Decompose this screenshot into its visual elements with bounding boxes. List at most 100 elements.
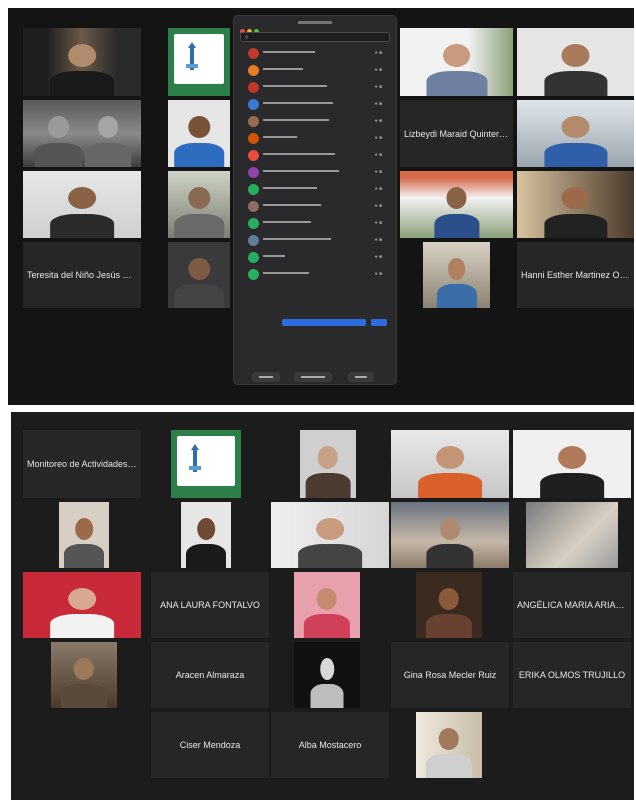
- mic-video-icons[interactable]: ● ■: [375, 67, 382, 73]
- participant-row-name: [263, 67, 343, 72]
- highlighted-action-bar[interactable]: [282, 319, 366, 326]
- video-tile[interactable]: [59, 502, 109, 568]
- participant-search-input[interactable]: ⚲: [240, 32, 390, 42]
- mic-video-icons[interactable]: ● ■: [375, 203, 382, 209]
- logo-tile[interactable]: [171, 430, 241, 498]
- mic-video-icons[interactable]: ● ■: [375, 220, 382, 226]
- mic-video-icons[interactable]: ● ■: [375, 118, 382, 124]
- avatar: [248, 167, 259, 178]
- participant-row[interactable]: ● ■: [240, 63, 390, 78]
- participant-row[interactable]: ● ■: [240, 148, 390, 163]
- video-tile[interactable]: [181, 502, 231, 568]
- video-tile[interactable]: [517, 171, 634, 238]
- logo-tile[interactable]: [168, 28, 230, 96]
- name-only-tile[interactable]: ERIKA OLMOS TRUJILLO: [513, 642, 631, 708]
- video-tile[interactable]: [271, 502, 389, 568]
- video-tile[interactable]: [526, 502, 618, 568]
- name-only-tile[interactable]: Gina Rosa Mecler Ruiz: [391, 642, 509, 708]
- participant-row-name: [263, 220, 343, 225]
- highlighted-action-button[interactable]: [371, 319, 387, 326]
- video-tile[interactable]: [513, 430, 631, 498]
- participant-silhouette: [543, 44, 608, 96]
- participant-row[interactable]: ● ■: [240, 165, 390, 180]
- avatar: [248, 269, 259, 280]
- mute-all-button[interactable]: [294, 372, 332, 382]
- video-tile[interactable]: [168, 100, 230, 167]
- name-only-tile[interactable]: Aracen Almaraza: [151, 642, 269, 708]
- participant-name: Alba Mostacero: [298, 740, 362, 750]
- participant-name: Monitoreo de Actividades T...: [27, 459, 141, 469]
- avatar: [248, 252, 259, 263]
- participant-row[interactable]: ● ■: [240, 46, 390, 61]
- participant-name: Gina Rosa Mecler Ruiz: [403, 670, 497, 680]
- mic-video-icons[interactable]: ● ■: [375, 84, 382, 90]
- name-only-tile[interactable]: Lizbeydi Maraid Quintero C...: [400, 100, 513, 167]
- participant-row[interactable]: ● ■: [240, 114, 390, 129]
- video-tile[interactable]: [168, 242, 230, 308]
- mic-video-icons[interactable]: ● ■: [375, 186, 382, 192]
- participant-silhouette: [303, 587, 351, 638]
- participant-row-name: [263, 271, 343, 276]
- video-tile[interactable]: [23, 572, 141, 638]
- mic-video-icons[interactable]: ● ■: [375, 254, 382, 260]
- participant-row[interactable]: ● ■: [240, 250, 390, 265]
- participant-row[interactable]: ● ■: [240, 97, 390, 112]
- mic-video-icons[interactable]: ● ■: [375, 169, 382, 175]
- participant-silhouette: [540, 446, 604, 498]
- avatar: [248, 218, 259, 229]
- video-tile[interactable]: [51, 642, 117, 708]
- video-tile[interactable]: [294, 642, 360, 708]
- video-tile[interactable]: [300, 430, 356, 498]
- building-icon: [186, 42, 198, 70]
- participant-silhouette: [84, 116, 132, 167]
- name-only-tile[interactable]: Ciser Mendoza: [151, 712, 269, 778]
- name-only-tile[interactable]: ANA LAURA FONTALVO: [151, 572, 269, 638]
- mic-video-icons[interactable]: ● ■: [375, 271, 382, 277]
- participant-name: ANGÉLICA MARIA ARIAS LOZANO: [517, 600, 631, 610]
- video-tile[interactable]: [416, 572, 482, 638]
- video-tile[interactable]: [23, 28, 141, 96]
- name-only-tile[interactable]: Alba Mostacero: [271, 712, 389, 778]
- participant-row[interactable]: ● ■: [240, 199, 390, 214]
- invite-button[interactable]: [252, 372, 280, 382]
- mic-video-icons[interactable]: ● ■: [375, 237, 382, 243]
- mic-video-icons[interactable]: ● ■: [375, 135, 382, 141]
- video-tile[interactable]: [400, 171, 513, 238]
- video-tile[interactable]: [23, 171, 141, 238]
- video-tile[interactable]: [517, 28, 634, 96]
- mic-video-icons[interactable]: ● ■: [375, 101, 382, 107]
- avatar: [248, 184, 259, 195]
- more-button[interactable]: [348, 372, 374, 382]
- name-only-tile[interactable]: ANGÉLICA MARIA ARIAS LOZANO: [513, 572, 631, 638]
- logo-card: [177, 436, 235, 486]
- participant-row[interactable]: ● ■: [240, 80, 390, 95]
- video-tile[interactable]: [168, 171, 230, 238]
- mic-video-icons[interactable]: ● ■: [375, 152, 382, 158]
- video-tile[interactable]: [423, 242, 490, 308]
- participant-row[interactable]: ● ■: [240, 233, 390, 248]
- participant-row[interactable]: ● ■: [240, 131, 390, 146]
- participant-row[interactable]: ● ■: [240, 267, 390, 282]
- video-tile[interactable]: [400, 28, 513, 96]
- mic-video-icons[interactable]: ● ■: [375, 50, 382, 56]
- video-tile[interactable]: [517, 100, 634, 167]
- video-tile[interactable]: [416, 712, 482, 778]
- building-icon: [189, 444, 201, 472]
- video-tile[interactable]: [391, 430, 509, 498]
- video-tile[interactable]: [294, 572, 360, 638]
- participant-row-name: [263, 186, 343, 191]
- participants-panel[interactable]: ⚲ ● ■ ● ■ ● ■ ● ■ ● ■ ● ■ ● ■ ● ■ ● ■ ● …: [233, 15, 397, 385]
- participant-row-name: [263, 169, 343, 174]
- participant-row[interactable]: ● ■: [240, 182, 390, 197]
- panel-title: [234, 20, 396, 26]
- participant-row-name: [263, 237, 343, 242]
- video-tile[interactable]: [391, 502, 509, 568]
- participant-silhouette: [50, 587, 114, 638]
- participant-silhouette: [298, 517, 362, 568]
- name-only-tile[interactable]: Teresita del Niño Jesús Pa...: [23, 242, 141, 308]
- video-tile[interactable]: [23, 100, 141, 167]
- name-only-tile[interactable]: Hanni Esther Martinez Osuna: [517, 242, 634, 308]
- participant-row[interactable]: ● ■: [240, 216, 390, 231]
- name-only-tile[interactable]: Monitoreo de Actividades T...: [23, 430, 141, 498]
- meeting-gallery-top: Teresita del Niño Jesús Pa... Lizbeydi M…: [8, 8, 634, 405]
